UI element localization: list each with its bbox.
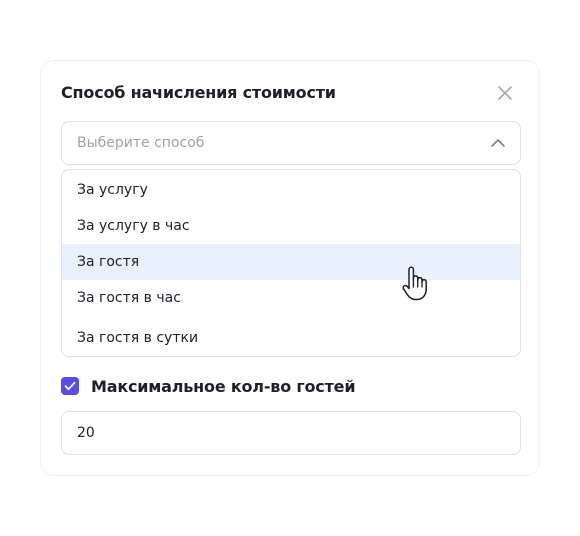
dropdown-option-per-service-hour[interactable]: За услугу в час <box>62 208 520 244</box>
dropdown-option-per-guest-day[interactable]: За гостя в сутки <box>62 320 520 356</box>
dropdown-option-per-guest-hour[interactable]: За гостя в час <box>62 280 520 316</box>
pricing-method-select[interactable]: Выберите способ <box>61 121 521 165</box>
dropdown-option-per-service[interactable]: За услугу <box>62 172 520 208</box>
close-icon <box>498 86 512 100</box>
chevron-up-icon <box>491 139 505 147</box>
hand-pointer-icon <box>402 266 427 301</box>
max-guests-value: 20 <box>77 425 95 441</box>
close-button[interactable] <box>493 81 517 105</box>
max-guests-label: Максимальное кол-во гостей <box>91 377 356 396</box>
check-icon <box>64 381 76 391</box>
dropdown-list: За услугу За услугу в час За гостя За го… <box>61 169 521 357</box>
dropdown-option-per-guest[interactable]: За гостя <box>62 244 520 280</box>
page: Способ начисления стоимости Выберите спо… <box>0 0 580 536</box>
pricing-method-dialog: Способ начисления стоимости Выберите спо… <box>40 60 540 476</box>
select-placeholder: Выберите способ <box>77 135 205 151</box>
dialog-title: Способ начисления стоимости <box>61 83 336 102</box>
max-guests-checkbox[interactable] <box>61 377 79 395</box>
max-guests-input[interactable]: 20 <box>61 411 521 455</box>
